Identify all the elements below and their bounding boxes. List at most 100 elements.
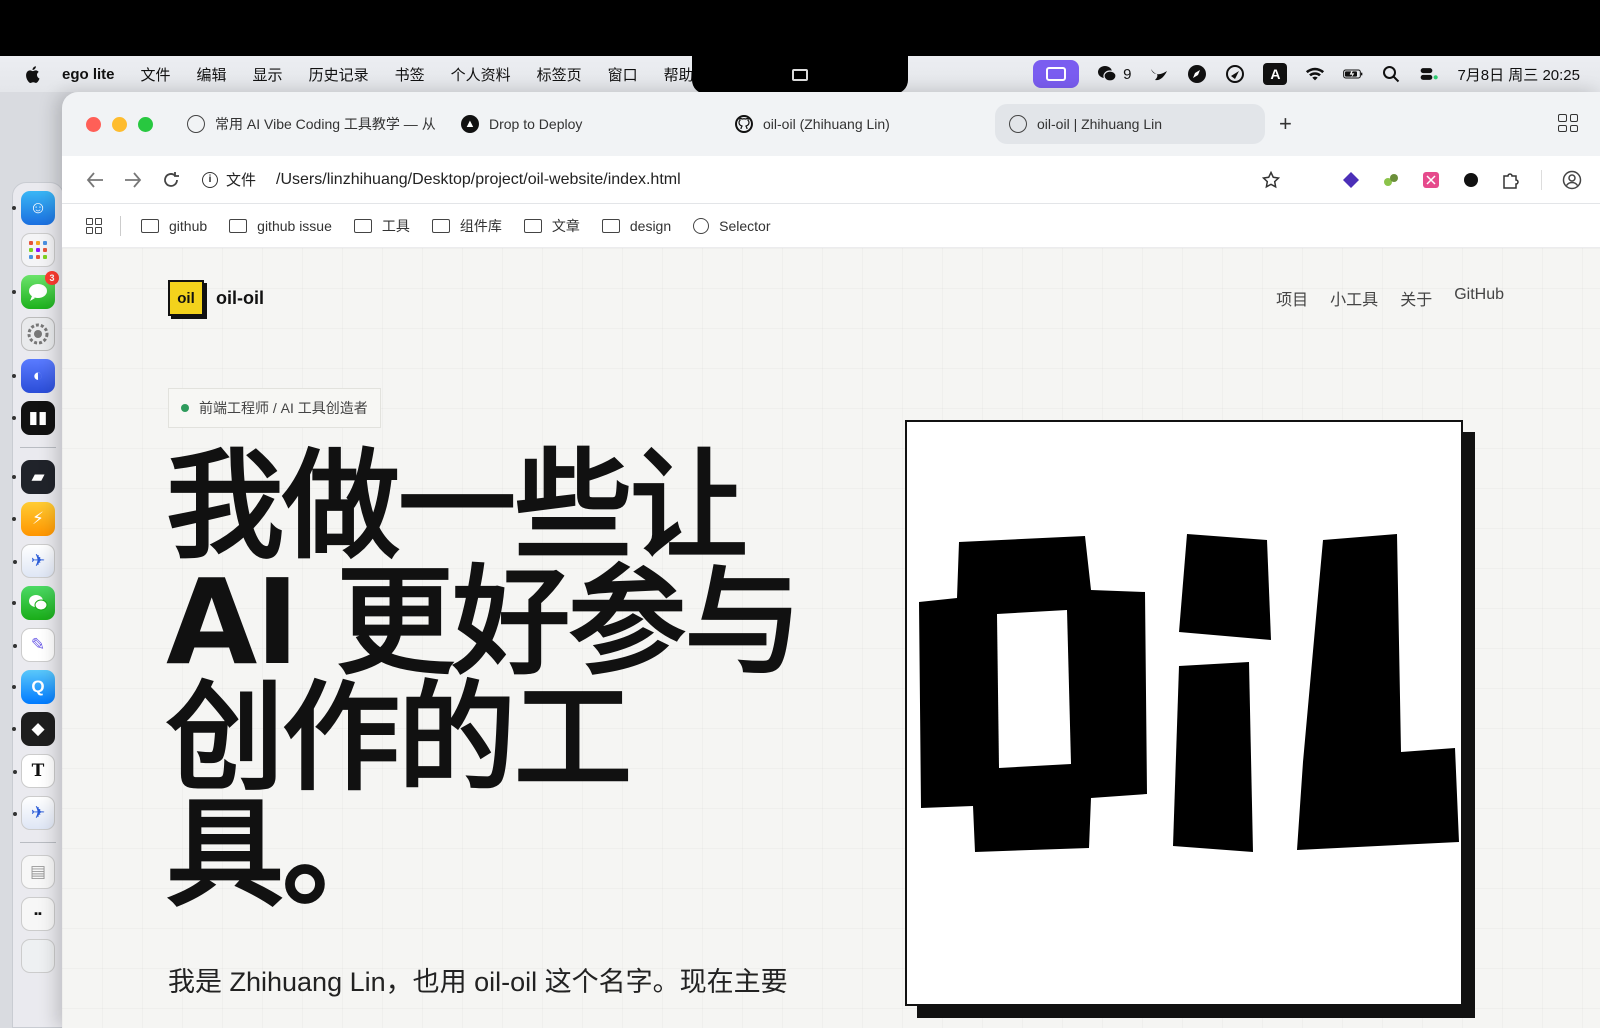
- screen-record-icon[interactable]: [792, 69, 808, 81]
- hero-image: [905, 420, 1463, 1006]
- folder-icon: [431, 218, 450, 233]
- window-controls: [86, 116, 153, 132]
- extension-diamond-icon[interactable]: [1341, 170, 1361, 190]
- site-info-button[interactable]: i 文件: [202, 169, 256, 190]
- dock-separator-2: [20, 842, 56, 843]
- new-tab-button[interactable]: +: [1279, 111, 1292, 137]
- folder-icon: [601, 218, 620, 233]
- bookmark-star-icon[interactable]: [1261, 170, 1281, 190]
- extension-pink-icon[interactable]: [1421, 170, 1441, 190]
- tab-overview-icon[interactable]: [1558, 114, 1578, 132]
- quark-icon[interactable]: Q: [12, 670, 55, 704]
- site-logo[interactable]: oil oil-oil: [168, 280, 264, 316]
- bolt-app-icon[interactable]: ⚡: [12, 502, 55, 536]
- feather-app-icon[interactable]: ✎: [13, 628, 55, 662]
- document-icon[interactable]: ▤: [21, 855, 55, 889]
- menu-profiles[interactable]: 个人资料: [451, 64, 511, 85]
- close-window-button[interactable]: [86, 116, 101, 132]
- menu-file[interactable]: 文件: [141, 64, 171, 85]
- nav-github[interactable]: GitHub: [1454, 286, 1504, 310]
- nav-about[interactable]: 关于: [1400, 286, 1432, 310]
- messages-badge: 3: [45, 271, 59, 285]
- apple-icon[interactable]: [24, 65, 42, 84]
- screen-share-icon[interactable]: [1033, 60, 1080, 88]
- zoom-window-button[interactable]: [138, 116, 153, 132]
- hero-headline: 我做一些让 AI 更好参与 创作的工 具。: [166, 447, 806, 913]
- camera-notch: [692, 56, 908, 94]
- nav-projects[interactable]: 项目: [1276, 286, 1308, 310]
- profile-avatar-icon[interactable]: [1562, 170, 1582, 190]
- extension-leaf-icon[interactable]: [1381, 170, 1401, 190]
- github-icon: [735, 115, 753, 133]
- menu-tabs[interactable]: 标签页: [537, 64, 582, 85]
- battery-icon[interactable]: [1343, 64, 1363, 84]
- bookmark-design[interactable]: design: [601, 218, 671, 234]
- address-bar[interactable]: /Users/linzhihuang/Desktop/project/oil-w…: [276, 171, 1261, 189]
- folder-icon: [523, 218, 542, 233]
- pen-circle-icon[interactable]: [1187, 64, 1207, 84]
- headline-line-2: AI 更好参与: [166, 553, 802, 691]
- forward-button[interactable]: [114, 164, 152, 196]
- menu-app-name[interactable]: ego lite: [62, 66, 115, 83]
- typora-icon[interactable]: T: [13, 754, 55, 788]
- bird-icon[interactable]: [1149, 64, 1169, 84]
- bookmark-label: github: [169, 217, 208, 234]
- finder-icon[interactable]: ☺: [12, 191, 55, 225]
- logo-mark: oil: [168, 280, 204, 316]
- role-badge: 前端工程师 / AI 工具创造者: [168, 388, 381, 428]
- bookmark-github-issue[interactable]: github issue: [229, 218, 332, 234]
- apps-grid-icon[interactable]: [86, 217, 102, 234]
- bookmark-tools[interactable]: 工具: [353, 216, 410, 236]
- bookmarks-bar: github github issue 工具 组件库 文章 design Sel…: [62, 204, 1600, 248]
- globe-icon: [187, 115, 205, 133]
- toolbar-divider: [1541, 169, 1542, 190]
- tab-github-profile[interactable]: oil-oil (Zhihuang Lin): [721, 104, 995, 144]
- reload-button[interactable]: [152, 164, 190, 196]
- oil-logo-art: [919, 534, 1459, 852]
- wechat-dock-icon[interactable]: [12, 586, 55, 620]
- messages-icon[interactable]: 3: [12, 271, 59, 309]
- menu-help[interactable]: 帮助: [664, 64, 694, 85]
- downloads-stack-icon[interactable]: [21, 939, 55, 973]
- wifi-icon[interactable]: [1305, 64, 1325, 84]
- site-nav: 项目 小工具 关于 GitHub: [1276, 286, 1504, 310]
- menu-view[interactable]: 显示: [253, 64, 283, 85]
- input-method-icon[interactable]: A: [1263, 63, 1288, 85]
- app-dark-icon[interactable]: ▮▮: [12, 401, 55, 435]
- search-icon[interactable]: [1381, 64, 1401, 84]
- launchpad-icon[interactable]: [21, 233, 55, 267]
- mail-app-2-icon[interactable]: ✈: [13, 796, 55, 830]
- menu-edit[interactable]: 编辑: [197, 64, 227, 85]
- menu-bookmarks[interactable]: 书签: [395, 64, 425, 85]
- tab-vibe-coding[interactable]: 常用 AI Vibe Coding 工具教学 — 从: [173, 104, 447, 144]
- wechat-status[interactable]: 9: [1097, 64, 1131, 84]
- terminal-icon[interactable]: ▰: [12, 460, 55, 494]
- app-blue-icon[interactable]: ◐: [12, 359, 55, 393]
- browser-window: 常用 AI Vibe Coding 工具教学 — 从 ▲ Drop to Dep…: [62, 92, 1600, 1028]
- file-thumbnail-icon[interactable]: ▪▪: [21, 897, 55, 931]
- bookmark-github[interactable]: github: [141, 218, 207, 234]
- minimize-window-button[interactable]: [112, 116, 127, 132]
- menu-history[interactable]: 历史记录: [309, 64, 369, 85]
- intro-paragraph: 我是 Zhihuang Lin，也用 oil-oil 这个名字。现在主要: [168, 967, 788, 997]
- extension-dot-icon[interactable]: [1461, 170, 1481, 190]
- wechat-icon: [1097, 64, 1117, 84]
- nav-tools[interactable]: 小工具: [1330, 286, 1378, 310]
- bookmark-components[interactable]: 组件库: [431, 216, 502, 236]
- cube-app-icon[interactable]: ◆: [12, 712, 55, 746]
- mail-app-icon[interactable]: ✈: [13, 544, 55, 578]
- logo-name: oil-oil: [216, 287, 264, 308]
- speed-icon[interactable]: [1225, 64, 1245, 84]
- bookmark-articles[interactable]: 文章: [523, 216, 580, 236]
- menu-window[interactable]: 窗口: [608, 64, 638, 85]
- control-center-icon[interactable]: [1419, 64, 1439, 84]
- bookmark-selector[interactable]: Selector: [693, 217, 771, 234]
- back-button[interactable]: [76, 164, 114, 196]
- extensions-puzzle-icon[interactable]: [1501, 170, 1521, 190]
- system-settings-icon[interactable]: [21, 317, 55, 351]
- menubar-datetime[interactable]: 7月8日 周三 20:25: [1457, 64, 1580, 85]
- tab-drop-to-deploy[interactable]: ▲ Drop to Deploy: [447, 104, 721, 144]
- toolbar-actions: [1261, 169, 1582, 190]
- tab-oil-oil-site[interactable]: oil-oil | Zhihuang Lin: [995, 104, 1265, 144]
- web-page: oil oil-oil 项目 小工具 关于 GitHub 前端工程师 / AI …: [62, 248, 1600, 1028]
